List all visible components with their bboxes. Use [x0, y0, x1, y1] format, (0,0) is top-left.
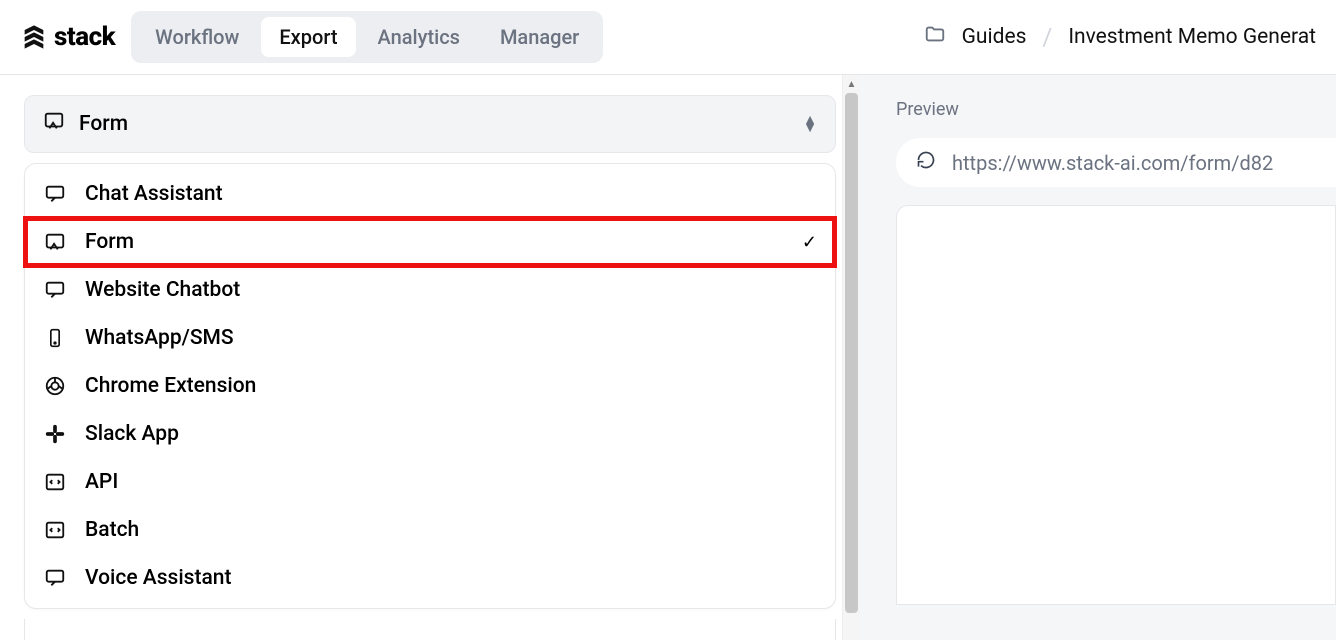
tab-workflow[interactable]: Workflow [137, 17, 257, 57]
code-icon [43, 471, 67, 493]
tab-export[interactable]: Export [261, 17, 355, 57]
form-icon [43, 110, 65, 138]
option-whatsapp-sms[interactable]: WhatsApp/SMS [25, 314, 835, 362]
option-label: WhatsApp/SMS [85, 326, 234, 350]
top-tabs: Workflow Export Analytics Manager [131, 11, 603, 63]
reload-icon[interactable] [916, 150, 936, 175]
option-label: Batch [85, 518, 139, 542]
select-current-label: Form [79, 112, 128, 136]
option-label: Chrome Extension [85, 374, 256, 398]
option-label: API [85, 470, 118, 494]
brand-logo: stack [20, 22, 115, 52]
preview-url-bar: https://www.stack-ai.com/form/d82 [896, 138, 1336, 187]
option-label: Chat Assistant [85, 182, 223, 206]
option-form[interactable]: Form ✓ [25, 218, 835, 266]
option-voice-assistant[interactable]: Voice Assistant [25, 554, 835, 602]
option-api[interactable]: API [25, 458, 835, 506]
chat-icon [43, 567, 67, 589]
option-website-chatbot[interactable]: Website Chatbot [25, 266, 835, 314]
tab-analytics[interactable]: Analytics [360, 17, 478, 57]
export-type-dropdown: Chat Assistant Form ✓ Website Chatbot [24, 163, 836, 609]
topbar: stack Workflow Export Analytics Manager … [0, 0, 1336, 75]
breadcrumb-current[interactable]: Investment Memo Generat [1068, 25, 1316, 49]
check-icon: ✓ [802, 232, 817, 253]
option-batch[interactable]: Batch [25, 506, 835, 554]
folder-icon [924, 23, 946, 51]
scrollbar[interactable]: ▲ [842, 75, 860, 640]
preview-pane: Preview https://www.stack-ai.com/form/d8… [860, 75, 1336, 640]
scroll-up-arrow-icon[interactable]: ▲ [843, 75, 860, 93]
breadcrumb-separator: / [1042, 23, 1052, 51]
preview-label: Preview [896, 99, 1336, 120]
brand-name: stack [54, 22, 115, 52]
option-chrome-extension[interactable]: Chrome Extension [25, 362, 835, 410]
preview-url[interactable]: https://www.stack-ai.com/form/d82 [952, 151, 1273, 175]
stack-logo-icon [20, 23, 48, 51]
chrome-icon [43, 375, 67, 397]
card-below-dropdown [24, 619, 836, 640]
breadcrumb: Guides / Investment Memo Generat [924, 23, 1316, 51]
preview-canvas [896, 205, 1336, 605]
option-chat-assistant[interactable]: Chat Assistant [25, 170, 835, 218]
option-label: Form [85, 230, 134, 254]
chat-icon [43, 279, 67, 301]
option-label: Slack App [85, 422, 179, 446]
code-icon [43, 519, 67, 541]
option-label: Website Chatbot [85, 278, 240, 302]
tab-manager[interactable]: Manager [482, 17, 597, 57]
content-area: Form ▲▼ Chat Assistant Form ✓ [0, 75, 1336, 640]
export-type-select[interactable]: Form ▲▼ [24, 95, 836, 153]
option-slack-app[interactable]: Slack App [25, 410, 835, 458]
option-label: Voice Assistant [85, 566, 231, 590]
breadcrumb-root[interactable]: Guides [962, 25, 1027, 49]
left-pane: Form ▲▼ Chat Assistant Form ✓ [0, 75, 860, 640]
chat-icon [43, 183, 67, 205]
chevron-up-down-icon: ▲▼ [803, 116, 817, 132]
slack-icon [43, 423, 67, 445]
form-icon [43, 231, 67, 253]
phone-icon [43, 327, 67, 349]
scrollbar-thumb[interactable] [845, 93, 858, 613]
